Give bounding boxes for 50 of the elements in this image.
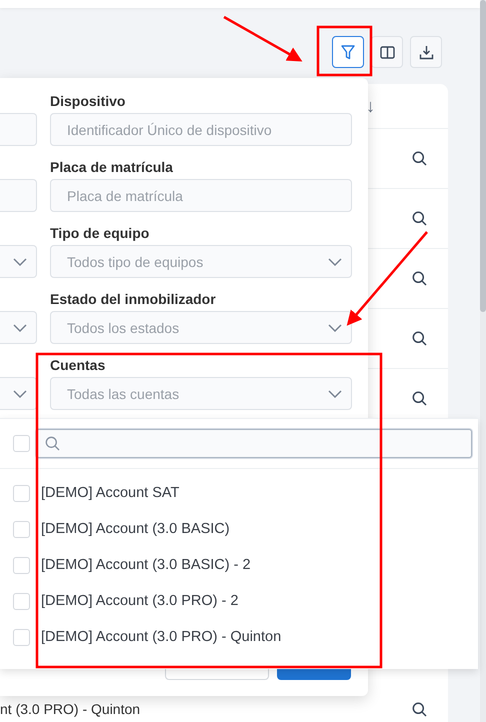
select-field[interactable]: Todos los estados [50, 311, 352, 344]
filter-icon [341, 44, 355, 60]
account-option[interactable]: [DEMO] Account (3.0 BASIC) [41, 521, 230, 537]
select-field[interactable] [0, 311, 37, 344]
chevron-down-icon [328, 390, 342, 398]
input-field[interactable] [0, 113, 37, 146]
search-icon [45, 436, 60, 451]
sort-indicator[interactable]: ↓ [366, 96, 375, 116]
checkbox[interactable] [13, 520, 30, 538]
select-field[interactable]: Todas las cuentas [50, 377, 352, 410]
select-field[interactable] [0, 377, 37, 410]
chevron-down-icon [328, 258, 342, 266]
search-icon[interactable] [412, 391, 427, 406]
search-icon[interactable] [412, 702, 427, 716]
input-field[interactable]: Placa de matrícula [50, 179, 352, 212]
search-icon[interactable] [412, 151, 427, 166]
select-all-checkbox[interactable] [13, 435, 30, 452]
field-label: Cuentas [50, 356, 106, 375]
scrollbar-thumb[interactable] [480, 0, 486, 312]
download-icon [418, 44, 434, 60]
filter-button[interactable] [332, 36, 364, 68]
field-label: Placa de matrícula [50, 158, 173, 177]
columns-button[interactable] [371, 36, 403, 68]
field-label: Estado del inmobilizador [50, 290, 216, 309]
input-field[interactable]: Identificador Único de dispositivo [50, 113, 352, 146]
chevron-down-icon [13, 390, 27, 398]
download-button[interactable] [410, 36, 442, 68]
chevron-down-icon [328, 324, 342, 332]
checkbox[interactable] [13, 556, 30, 574]
select-field[interactable]: Todos tipo de equipos [50, 245, 352, 278]
checkbox[interactable] [13, 484, 30, 502]
account-option[interactable]: [DEMO] Account (3.0 PRO) - Quinton [41, 629, 282, 645]
columns-icon [380, 46, 394, 58]
account-option[interactable]: [DEMO] Account SAT [41, 485, 180, 501]
search-field[interactable] [36, 429, 472, 458]
account-option[interactable]: [DEMO] Account (3.0 PRO) - 2 [41, 593, 238, 609]
field-label: Dispositivo [50, 92, 126, 111]
search-icon[interactable] [412, 331, 427, 346]
field-label: Tipo de equipo [50, 224, 150, 243]
search-icon[interactable] [412, 211, 427, 226]
table-cell: nt (3.0 PRO) - Quinton [0, 701, 140, 717]
checkbox[interactable] [13, 628, 30, 646]
search-icon[interactable] [412, 271, 427, 286]
input-field[interactable] [0, 179, 37, 212]
account-option[interactable]: [DEMO] Account (3.0 BASIC) - 2 [41, 557, 251, 573]
select-field[interactable] [0, 245, 37, 278]
chevron-down-icon [13, 324, 27, 332]
chevron-down-icon [13, 258, 27, 266]
highlight-frame [316, 26, 372, 76]
checkbox[interactable] [13, 592, 30, 610]
